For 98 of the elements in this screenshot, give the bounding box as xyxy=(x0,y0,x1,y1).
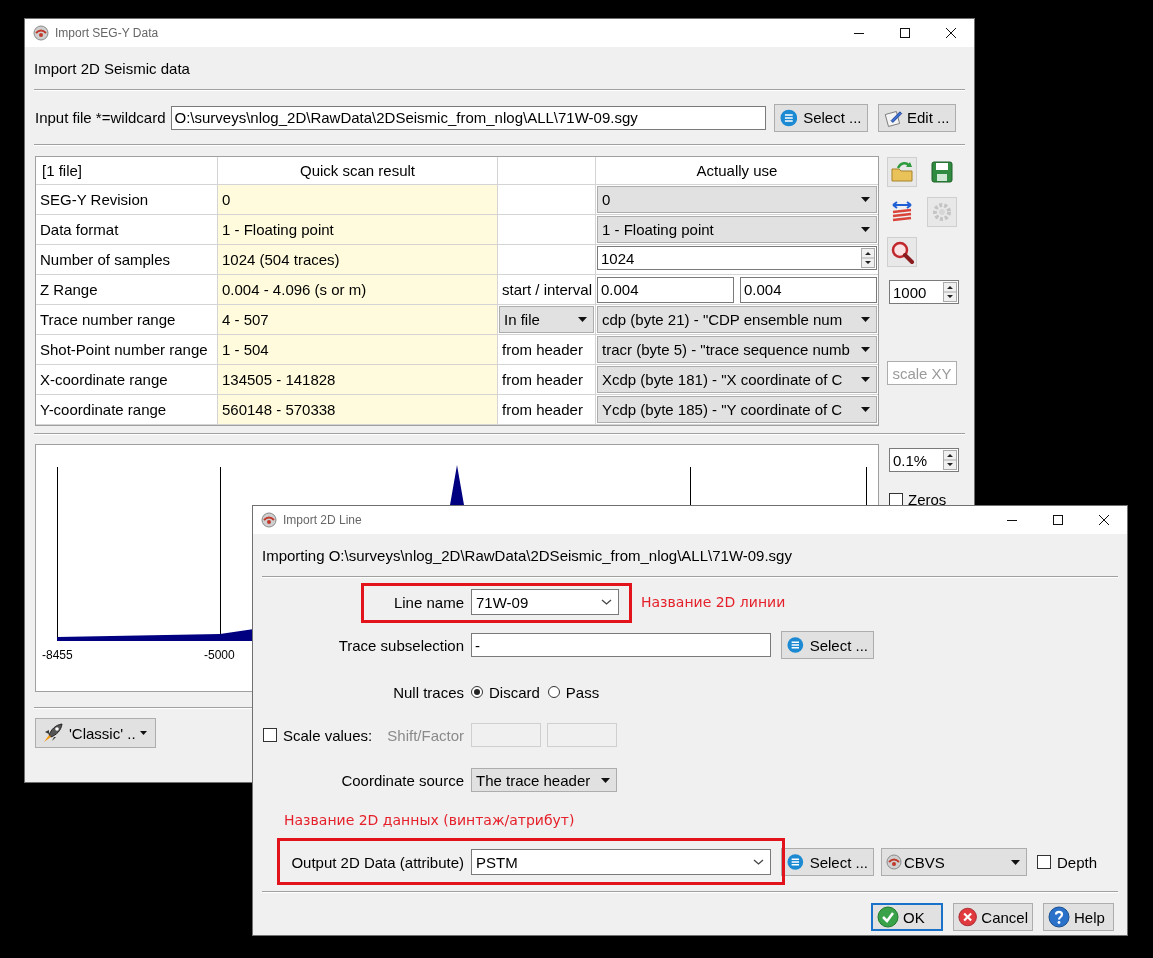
input-field[interactable]: O:\surveys\nlog_2D\RawData\2DSeismic_from_nlog\ALL\71W-09.sgy xyxy=(170,105,766,130)
spin-arrows-icon[interactable] xyxy=(943,282,957,302)
input-field[interactable]: 0.004 xyxy=(740,276,877,303)
caret-icon xyxy=(1011,859,1020,865)
annotation-text: Название 2D данных (винтаж/атрибут) xyxy=(284,812,575,828)
caret-icon xyxy=(861,227,870,232)
field-label: Shift/Factor xyxy=(387,726,464,744)
combo-field[interactable]: PSTM xyxy=(471,849,771,875)
radio-button[interactable] xyxy=(547,686,560,698)
annotation-text: Название 2D линии xyxy=(641,594,786,610)
status-text: Importing O:\surveys\nlog_2D\RawData\2DSeismic_from_nlog\ALL\71W-09.sgy xyxy=(262,546,792,564)
chevron-icon xyxy=(601,598,612,606)
radio-label: Pass xyxy=(565,683,600,701)
dropdown[interactable]: In file xyxy=(499,306,594,333)
rocket-icon xyxy=(41,721,65,745)
list-icon xyxy=(787,853,804,871)
checkbox[interactable] xyxy=(889,492,903,507)
dropdown[interactable]: 0 xyxy=(597,186,877,213)
spin-field[interactable]: 0.1% xyxy=(889,448,959,472)
app-icon xyxy=(33,25,49,41)
checkbox-label: Scale values: xyxy=(283,726,373,744)
field-label: Trace subselection xyxy=(338,636,464,654)
radio-button[interactable] xyxy=(471,686,483,698)
radio-label: Discard xyxy=(489,683,540,701)
checkbox-label: Zeros xyxy=(908,491,947,508)
chevron-icon xyxy=(753,858,764,866)
help-button[interactable]: Help xyxy=(1043,903,1114,931)
dialog-heading: Import 2D Seismic data xyxy=(34,59,190,77)
caret-icon xyxy=(578,317,587,322)
select-button[interactable]: Select ... xyxy=(773,103,868,132)
column-header: [1 file] xyxy=(36,157,218,185)
table-cell: 1024 (504 traces) xyxy=(218,245,498,275)
spin-arrows-icon[interactable] xyxy=(861,248,875,268)
maximize-icon[interactable] xyxy=(1053,515,1063,525)
preset-button[interactable]: 'Classic' .. xyxy=(35,718,156,748)
table-cell: 0.004 - 4.096 (s or m) xyxy=(218,275,498,305)
dropdown[interactable]: tracr (byte 5) - "trace sequence numb xyxy=(597,336,877,363)
caret-icon xyxy=(861,407,870,412)
dropdown[interactable]: 1 - Floating point xyxy=(597,216,877,243)
edit-button[interactable]: Edit ... xyxy=(877,103,956,132)
table-cell: 1 - 504 xyxy=(218,335,498,365)
spin-field[interactable]: 1000 xyxy=(889,280,959,304)
table-cell: 4 - 507 xyxy=(218,305,498,335)
list-icon xyxy=(787,636,804,654)
caret-icon xyxy=(861,197,870,202)
checkbox[interactable] xyxy=(1037,855,1051,869)
magnifier-icon[interactable] xyxy=(887,237,917,267)
table-cell: from header xyxy=(498,365,596,395)
caret-icon xyxy=(601,777,610,783)
caret-icon xyxy=(861,377,870,382)
field-label: Input file *=wildcard xyxy=(35,109,166,126)
field-label: Output 2D Data (attribute) xyxy=(291,853,464,871)
spin-field[interactable]: 1024 xyxy=(597,246,877,270)
table-cell: start / interval xyxy=(498,275,596,305)
table-cell: 560148 - 570338 xyxy=(218,395,498,425)
axis-label: -5000 xyxy=(204,648,235,662)
caret-icon xyxy=(861,347,870,352)
maximize-icon[interactable] xyxy=(900,28,910,38)
cancel-icon xyxy=(958,906,978,928)
input-field[interactable]: - xyxy=(471,633,771,657)
combo-field[interactable]: 71W-09 xyxy=(471,589,619,615)
help-icon xyxy=(1048,906,1070,928)
table-cell: 134505 - 141828 xyxy=(218,365,498,395)
table-cell: 0 xyxy=(218,185,498,215)
dropdown[interactable]: Ycdp (byte 185) - "Y coordinate of C xyxy=(597,396,877,423)
select-button[interactable]: Select ... xyxy=(781,631,874,659)
spin-arrows-icon[interactable] xyxy=(943,450,957,470)
caret-icon xyxy=(139,731,147,735)
dropdown[interactable]: The trace header xyxy=(471,768,617,792)
table-cell: from header xyxy=(498,335,596,365)
window-title: Import SEG-Y Data xyxy=(55,26,160,40)
input-field[interactable]: 0.004 xyxy=(597,276,734,303)
dropdown[interactable]: cdp (byte 21) - "CDP ensemble num xyxy=(597,306,877,333)
column-header: Quick scan result xyxy=(218,157,498,185)
input-field[interactable] xyxy=(471,723,541,747)
table-cell: from header xyxy=(498,395,596,425)
close-icon[interactable] xyxy=(946,28,956,38)
app-icon xyxy=(261,512,277,528)
table-cell: 1 - Floating point xyxy=(218,215,498,245)
select-button[interactable]: Select ... xyxy=(781,848,874,876)
field-label: Line name xyxy=(393,593,464,611)
caret-icon xyxy=(861,317,870,322)
app-icon xyxy=(886,854,902,870)
field-label: Coordinate source xyxy=(341,771,464,789)
close-icon[interactable] xyxy=(1099,515,1109,525)
dropdown[interactable]: Xcdp (byte 181) - "X coordinate of C xyxy=(597,366,877,393)
checkbox[interactable] xyxy=(263,728,277,742)
ok-button[interactable]: OK xyxy=(871,903,943,931)
dropdown[interactable]: CBVS xyxy=(881,848,1027,876)
list-icon xyxy=(779,108,798,127)
window-title: Import 2D Line xyxy=(283,513,363,527)
folder-icon[interactable] xyxy=(887,157,917,187)
input-field[interactable] xyxy=(547,723,617,747)
checkbox-label: Depth xyxy=(1057,853,1098,871)
cancel-button[interactable]: Cancel xyxy=(953,903,1033,931)
axis-label: -8455 xyxy=(42,648,73,662)
check-icon xyxy=(877,906,899,928)
field-label: Null traces xyxy=(393,683,464,701)
